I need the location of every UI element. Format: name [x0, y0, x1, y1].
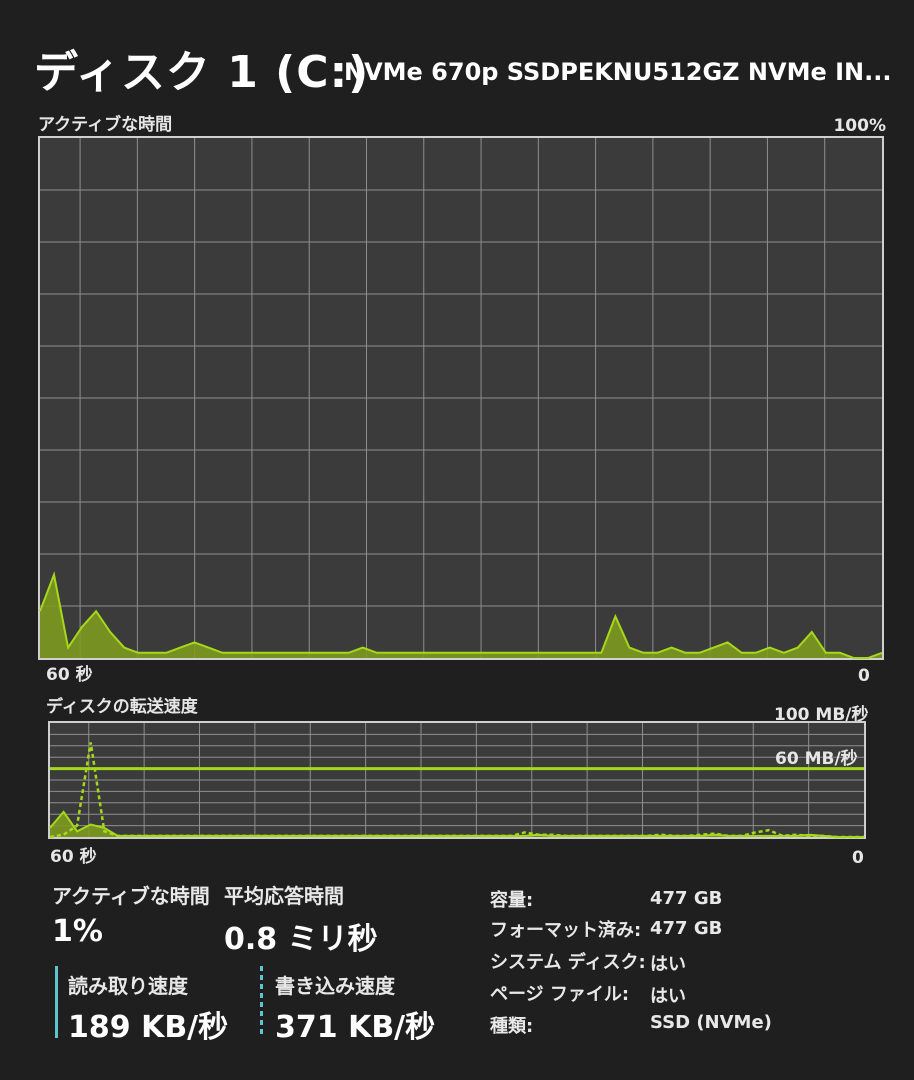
info-label-type: 種類:	[490, 1016, 534, 1037]
active-time-stat-value: 1%	[52, 914, 103, 949]
transfer-graph	[48, 721, 866, 839]
info-value-page-file: はい	[650, 986, 686, 1007]
transfer-right-label: 0	[852, 848, 864, 868]
active-time-graph-label: アクティブな時間	[38, 115, 173, 135]
info-value-capacity: 477 GB	[650, 888, 723, 909]
read-speed-stat-label: 読み取り速度	[68, 974, 188, 998]
read-speed-indicator	[55, 966, 58, 1038]
read-speed-stat-value: 189 KB/秒	[68, 1010, 229, 1045]
avg-response-stat-label: 平均応答時間	[224, 884, 344, 908]
info-value-formatted: 477 GB	[650, 918, 723, 939]
active-time-right-label: 0	[858, 666, 870, 686]
active-time-left-label: 60 秒	[46, 665, 93, 685]
info-value-type: SSD (NVMe)	[650, 1012, 772, 1033]
info-label-page-file: ページ ファイル:	[490, 984, 630, 1005]
write-speed-stat-label: 書き込み速度	[275, 974, 395, 998]
info-label-formatted: フォーマット済み:	[490, 920, 642, 941]
write-speed-stat-value: 371 KB/秒	[275, 1010, 436, 1045]
transfer-ref-label: 60 MB/秒	[775, 749, 858, 769]
info-value-system-disk: はい	[650, 954, 686, 975]
transfer-left-label: 60 秒	[50, 847, 97, 867]
info-label-capacity: 容量:	[490, 890, 534, 911]
disk-model: NVMe 670p SSDPEKNU512GZ NVMe IN...	[344, 58, 892, 86]
active-time-graph	[38, 136, 884, 660]
info-label-system-disk: システム ディスク:	[490, 952, 646, 973]
active-time-stat-label: アクティブな時間	[52, 884, 210, 908]
active-time-max-label: 100%	[833, 116, 886, 136]
avg-response-stat-value: 0.8 ミリ秒	[224, 922, 378, 957]
transfer-graph-label: ディスクの転送速度	[46, 697, 198, 717]
write-speed-indicator	[260, 966, 263, 1038]
disk-title: ディスク 1 (C:)	[34, 47, 370, 98]
